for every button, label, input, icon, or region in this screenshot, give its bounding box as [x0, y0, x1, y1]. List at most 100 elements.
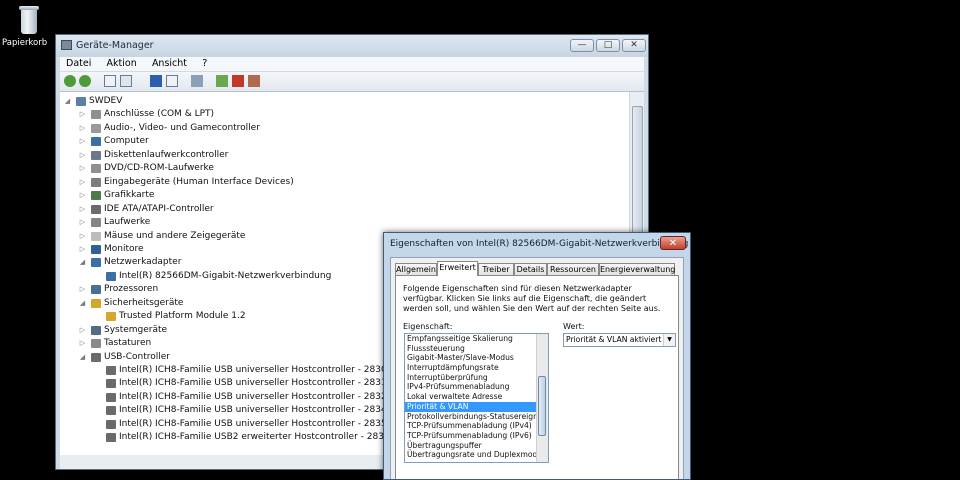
expand-arrow-icon[interactable]: ▷: [78, 324, 87, 337]
property-list-item[interactable]: TCP-Prüfsummenabladung (IPv6): [405, 431, 548, 441]
expand-arrow-icon[interactable]: ▷: [78, 230, 87, 243]
usb-icon: [106, 406, 116, 416]
expand-arrow-icon[interactable]: ▷: [78, 283, 87, 296]
tree-item-label: SWDEV: [89, 96, 123, 106]
tree-item-label: Prozessoren: [104, 284, 159, 295]
maximize-button[interactable]: □: [596, 39, 620, 52]
collapse-arrow-icon[interactable]: ◢: [63, 95, 72, 108]
property-list-item[interactable]: IPv4-Prüfsummenabladung: [405, 382, 548, 392]
help-icon[interactable]: [150, 75, 162, 87]
recycle-bin-icon: [18, 6, 40, 34]
forward-arrow-icon[interactable]: [79, 75, 91, 87]
property-label: Eigenschaft:: [403, 322, 453, 331]
chevron-down-icon[interactable]: ▼: [663, 334, 675, 346]
recycle-bin-label: Papierkorb: [2, 38, 48, 48]
tab-treiber[interactable]: Treiber: [478, 263, 514, 275]
tree-item-label: USB-Controller: [104, 351, 170, 362]
expand-arrow-icon[interactable]: ▷: [78, 189, 87, 202]
value-dropdown-text: Priorität & VLAN aktiviert: [566, 335, 662, 344]
menu-aktion[interactable]: Aktion: [101, 57, 143, 69]
property-list-item[interactable]: Interruptüberprüfung: [405, 373, 548, 383]
menu-ansicht[interactable]: Ansicht: [146, 57, 193, 69]
update-driver-icon[interactable]: [216, 75, 228, 87]
expand-arrow-icon[interactable]: ▷: [78, 243, 87, 256]
property-list-item[interactable]: Gigabit-Master/Slave-Modus: [405, 353, 548, 363]
expand-arrow-icon[interactable]: ▷: [78, 135, 87, 148]
advanced-description: Folgende Eigenschaften sind für diesen N…: [403, 284, 661, 313]
computer-icon: [91, 137, 101, 147]
property-list-item[interactable]: Empfangsseitige Skalierung: [405, 334, 548, 344]
collapse-arrow-icon[interactable]: ◢: [78, 297, 87, 310]
tree-item-label: Trusted Platform Module 1.2: [119, 311, 246, 322]
property-list-item[interactable]: Übertragungsrate und Duplexmodus: [405, 450, 548, 460]
dialog-title: Eigenschaften von Intel(R) 82566DM-Gigab…: [390, 239, 689, 249]
tree-item-label: IDE ATA/ATAPI-Controller: [104, 203, 214, 214]
expand-arrow-icon[interactable]: ▷: [78, 176, 87, 189]
expand-arrow-icon[interactable]: ▷: [78, 216, 87, 229]
expand-arrow-icon[interactable]: ▷: [78, 162, 87, 175]
tab-allgemein[interactable]: Allgemein: [395, 263, 437, 275]
usb-icon: [106, 419, 116, 429]
tree-item-label: Sicherheitsgeräte: [104, 297, 184, 308]
show-hide-console-tree-icon[interactable]: [104, 75, 116, 87]
tree-item-label: Intel(R) ICH8-Familie USB universeller H…: [119, 418, 387, 429]
properties-icon[interactable]: [166, 75, 178, 87]
property-list-scrollbar[interactable]: [536, 334, 548, 462]
tree-item-label: Diskettenlaufwerkcontroller: [104, 149, 229, 160]
uninstall-icon[interactable]: [232, 75, 244, 87]
value-dropdown[interactable]: Priorität & VLAN aktiviert ▼: [563, 333, 676, 347]
tree-item-label: DVD/CD-ROM-Laufwerke: [104, 163, 214, 174]
property-list-item[interactable]: Flusssteuerung: [405, 344, 548, 354]
tree-item-label: Audio-, Video- und Gamecontroller: [104, 122, 260, 133]
minimize-button[interactable]: —: [570, 39, 594, 52]
property-list-item[interactable]: Priorität & VLAN: [405, 401, 548, 412]
tree-item-label: Intel(R) ICH8-Familie USB universeller H…: [119, 405, 387, 416]
tab-erweitert[interactable]: Erweitert: [437, 261, 478, 276]
tab-details[interactable]: Details: [514, 263, 547, 275]
display-adapter-icon: [91, 191, 101, 201]
property-list-item[interactable]: Protokollverbindungs-Statusereignis: [405, 412, 548, 422]
expand-arrow-icon[interactable]: ▷: [78, 108, 87, 121]
collapse-arrow-icon[interactable]: ◢: [78, 351, 87, 364]
system-device-icon: [91, 325, 101, 335]
properties-view-icon[interactable]: [120, 75, 132, 87]
tree-item-label: Computer: [104, 136, 149, 147]
tab-energieverwaltung[interactable]: Energieverwaltung: [599, 263, 675, 275]
recycle-bin[interactable]: Papierkorb: [2, 6, 52, 48]
tree-item-label: Monitore: [104, 243, 144, 254]
toolbar: [60, 72, 644, 92]
expand-arrow-icon[interactable]: ▷: [78, 149, 87, 162]
property-list-item[interactable]: TCP-Prüfsummenabladung (IPv4): [405, 421, 548, 431]
dvd-drive-icon: [91, 164, 101, 174]
usb-icon: [106, 433, 116, 443]
property-list-item[interactable]: Lokal verwaltete Adresse: [405, 392, 548, 402]
scrollbar-thumb[interactable]: [538, 376, 546, 436]
usb-icon: [106, 379, 116, 389]
menu-datei[interactable]: Datei: [60, 57, 97, 69]
key-icon: [106, 312, 116, 322]
close-button[interactable]: ✕: [622, 39, 646, 52]
computer-icon: [76, 97, 86, 106]
key-icon: [91, 298, 101, 308]
property-listbox[interactable]: Empfangsseitige Skalierung Flusssteuerung…: [404, 333, 549, 463]
tree-item-label: Systemgeräte: [104, 324, 168, 335]
mouse-icon: [91, 231, 101, 241]
expand-arrow-icon[interactable]: ▷: [78, 337, 87, 350]
scan-hardware-icon[interactable]: [191, 75, 203, 87]
tab-ressourcen[interactable]: Ressourcen: [547, 263, 599, 275]
tree-item-label: Intel(R) ICH8-Familie USB universeller H…: [119, 391, 387, 402]
title-bar[interactable]: Geräte-Manager — □ ✕: [56, 35, 648, 57]
menu-help[interactable]: ?: [196, 57, 213, 69]
collapse-arrow-icon[interactable]: ◢: [78, 256, 87, 269]
back-arrow-icon[interactable]: [64, 75, 76, 87]
tree-item-label: Laufwerke: [104, 217, 151, 228]
tree-item-label: Intel(R) ICH8-Familie USB universeller H…: [119, 378, 387, 389]
property-list-item[interactable]: Übertragungspuffer: [405, 441, 548, 451]
tree-item-label: Netzwerkadapter: [104, 257, 182, 268]
property-list-item[interactable]: Interruptdämpfungsrate: [405, 363, 548, 373]
port-icon: [91, 110, 101, 120]
disable-device-icon[interactable]: [248, 75, 260, 87]
expand-arrow-icon[interactable]: ▷: [78, 203, 87, 216]
dialog-close-button[interactable]: ✕: [660, 236, 686, 250]
expand-arrow-icon[interactable]: ▷: [78, 122, 87, 135]
